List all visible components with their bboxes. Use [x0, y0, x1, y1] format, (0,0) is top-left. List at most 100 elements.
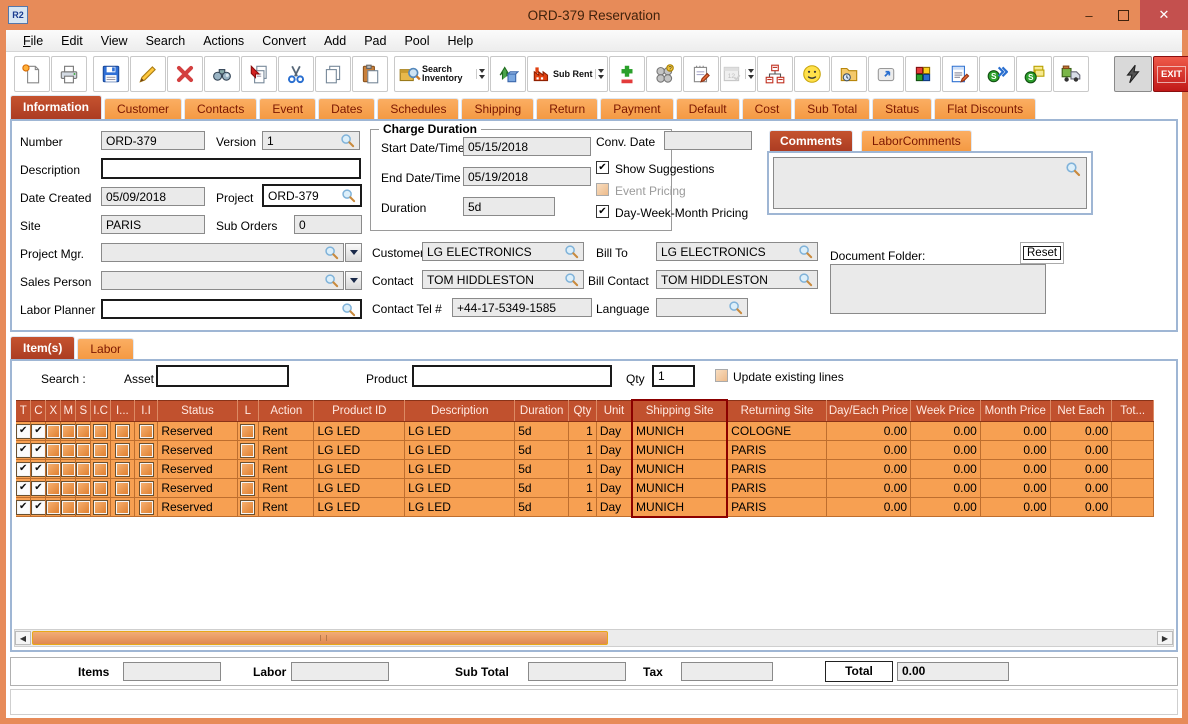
row-checkbox-l[interactable] [241, 463, 254, 476]
cell-day_each_price[interactable]: 0.00 [826, 479, 910, 498]
forward-button[interactable]: S [979, 56, 1015, 92]
row-checkbox-c[interactable] [32, 501, 45, 514]
calendar-dropdown-icon[interactable] [745, 69, 754, 79]
cell-duration[interactable]: 5d [515, 498, 569, 517]
column-header-week_price[interactable]: Week Price [911, 400, 981, 422]
duration-field[interactable]: 5d [463, 197, 555, 216]
cell-duration[interactable]: 5d [515, 422, 569, 441]
row-checkbox-m[interactable] [62, 425, 75, 438]
cell-description[interactable]: LG LED [405, 479, 515, 498]
horizontal-scrollbar[interactable]: ◀ ▶ [14, 629, 1174, 647]
tab-status[interactable]: Status [872, 98, 932, 119]
row-checkbox-i2[interactable] [116, 425, 129, 438]
cell-week_price[interactable]: 0.00 [911, 441, 981, 460]
org-chart-button[interactable] [757, 56, 793, 92]
column-header-description[interactable]: Description [405, 400, 515, 422]
cell-product_id[interactable]: LG LED [314, 441, 405, 460]
cell-s[interactable] [76, 460, 91, 479]
qty-input[interactable] [652, 365, 695, 387]
cell-s[interactable] [76, 479, 91, 498]
column-header-s[interactable]: S [76, 400, 91, 422]
cell-x[interactable] [46, 422, 61, 441]
row-checkbox-ii[interactable] [140, 463, 153, 476]
row-checkbox-l[interactable] [241, 501, 254, 514]
cell-c[interactable] [31, 441, 46, 460]
cell-c[interactable] [31, 479, 46, 498]
cell-week_price[interactable]: 0.00 [911, 479, 981, 498]
cell-shipping_site[interactable]: MUNICH [632, 498, 727, 517]
row-checkbox-i2[interactable] [116, 463, 129, 476]
row-checkbox-m[interactable] [62, 482, 75, 495]
menu-actions[interactable]: Actions [194, 34, 253, 48]
row-checkbox-ic[interactable] [94, 482, 107, 495]
cell-shipping_site[interactable]: MUNICH [632, 441, 727, 460]
cell-month_price[interactable]: 0.00 [980, 460, 1050, 479]
edit-button[interactable] [130, 56, 166, 92]
row-checkbox-ii[interactable] [140, 482, 153, 495]
bill-contact-field[interactable]: TOM HIDDLESTON [656, 270, 818, 289]
cell-qty[interactable]: 1 [569, 479, 597, 498]
sales-person-field[interactable] [101, 271, 344, 290]
column-header-x[interactable]: X [46, 400, 61, 422]
cell-day_each_price[interactable]: 0.00 [826, 441, 910, 460]
cell-month_price[interactable]: 0.00 [980, 498, 1050, 517]
cell-net_each[interactable]: 0.00 [1050, 422, 1112, 441]
sub-rent-dropdown-icon[interactable] [595, 69, 604, 79]
column-header-product_id[interactable]: Product ID [314, 400, 405, 422]
cell-product_id[interactable]: LG LED [314, 422, 405, 441]
row-checkbox-l[interactable] [241, 425, 254, 438]
cell-day_each_price[interactable]: 0.00 [826, 422, 910, 441]
tab-flat-discounts[interactable]: Flat Discounts [934, 98, 1036, 119]
calendar-button[interactable]: 12 [720, 56, 756, 92]
column-header-unit[interactable]: Unit [596, 400, 632, 422]
cell-i2[interactable] [110, 479, 134, 498]
cell-day_each_price[interactable]: 0.00 [826, 460, 910, 479]
tab-shipping[interactable]: Shipping [461, 98, 534, 119]
cell-action[interactable]: Rent [259, 422, 314, 441]
save-button[interactable] [93, 56, 129, 92]
cell-ic[interactable] [91, 441, 111, 460]
row-checkbox-l[interactable] [241, 444, 254, 457]
column-header-day_each_price[interactable]: Day/Each Price [826, 400, 910, 422]
end-date-field[interactable]: 05/19/2018 [463, 167, 591, 186]
cell-m[interactable] [61, 498, 76, 517]
cell-i2[interactable] [110, 422, 134, 441]
folder-history-button[interactable] [831, 56, 867, 92]
column-header-m[interactable]: M [61, 400, 76, 422]
row-checkbox-s[interactable] [77, 501, 90, 514]
cell-x[interactable] [46, 441, 61, 460]
cell-action[interactable]: Rent [259, 460, 314, 479]
shortcut-key-button[interactable] [868, 56, 904, 92]
column-header-month_price[interactable]: Month Price [980, 400, 1050, 422]
cell-qty[interactable]: 1 [569, 422, 597, 441]
dwm-pricing-checkbox[interactable] [596, 205, 609, 218]
menu-edit[interactable]: Edit [52, 34, 92, 48]
menu-pool[interactable]: Pool [395, 34, 438, 48]
cell-l[interactable] [237, 441, 259, 460]
cell-ic[interactable] [91, 498, 111, 517]
row-checkbox-ic[interactable] [94, 463, 107, 476]
row-checkbox-x[interactable] [47, 444, 60, 457]
contact-field[interactable]: TOM HIDDLESTON [422, 270, 584, 289]
cell-l[interactable] [237, 479, 259, 498]
cell-product_id[interactable]: LG LED [314, 460, 405, 479]
cut-button[interactable] [278, 56, 314, 92]
column-header-ii[interactable]: I.I [134, 400, 158, 422]
cell-ii[interactable] [134, 460, 158, 479]
tab-dates[interactable]: Dates [318, 98, 375, 119]
row-checkbox-i2[interactable] [116, 501, 129, 514]
cell-unit[interactable]: Day [596, 441, 632, 460]
menu-pad[interactable]: Pad [355, 34, 395, 48]
column-header-action[interactable]: Action [259, 400, 314, 422]
row-checkbox-m[interactable] [62, 444, 75, 457]
send-notes-button[interactable]: S [1016, 56, 1052, 92]
menu-search[interactable]: Search [137, 34, 195, 48]
scroll-left-button[interactable]: ◀ [15, 631, 31, 645]
cell-t[interactable] [16, 498, 31, 517]
reset-button[interactable]: Reset [1023, 246, 1061, 260]
labor-planner-field[interactable] [101, 299, 362, 319]
row-checkbox-m[interactable] [62, 463, 75, 476]
convert-button[interactable] [490, 56, 526, 92]
column-header-qty[interactable]: Qty [569, 400, 597, 422]
cell-product_id[interactable]: LG LED [314, 498, 405, 517]
